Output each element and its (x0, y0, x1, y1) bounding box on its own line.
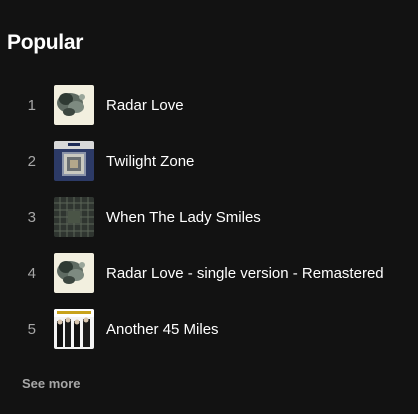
track-row[interactable]: 5 Another 45 Miles (0, 301, 418, 357)
track-title: When The Lady Smiles (106, 208, 261, 226)
popular-tracks-panel: Popular 1 Radar Love 2 Twilight Zone 3 W… (0, 0, 418, 414)
track-list: 1 Radar Love 2 Twilight Zone 3 When The … (0, 77, 418, 357)
track-title: Another 45 Miles (106, 320, 219, 338)
track-title: Twilight Zone (106, 152, 195, 170)
track-row[interactable]: 3 When The Lady Smiles (0, 189, 418, 245)
track-title: Radar Love - single version - Remastered (106, 264, 384, 282)
track-number: 1 (27, 96, 36, 114)
track-number: 5 (27, 320, 36, 338)
track-number: 4 (27, 264, 36, 282)
track-number: 3 (27, 208, 36, 226)
track-row[interactable]: 2 Twilight Zone (0, 133, 418, 189)
cut-art-icon (54, 141, 94, 181)
see-more-button[interactable]: See more (22, 376, 81, 391)
band-photo-art-icon (54, 309, 94, 349)
track-title: Radar Love (106, 96, 184, 114)
track-number: 2 (27, 152, 36, 170)
track-row[interactable]: 1 Radar Love (0, 77, 418, 133)
smoke-art-icon (54, 85, 94, 125)
smoke-art-icon (54, 253, 94, 293)
track-row[interactable]: 4 Radar Love - single version - Remaster… (0, 245, 418, 301)
dark-grid-art-icon (54, 197, 94, 237)
section-title: Popular (7, 31, 84, 54)
